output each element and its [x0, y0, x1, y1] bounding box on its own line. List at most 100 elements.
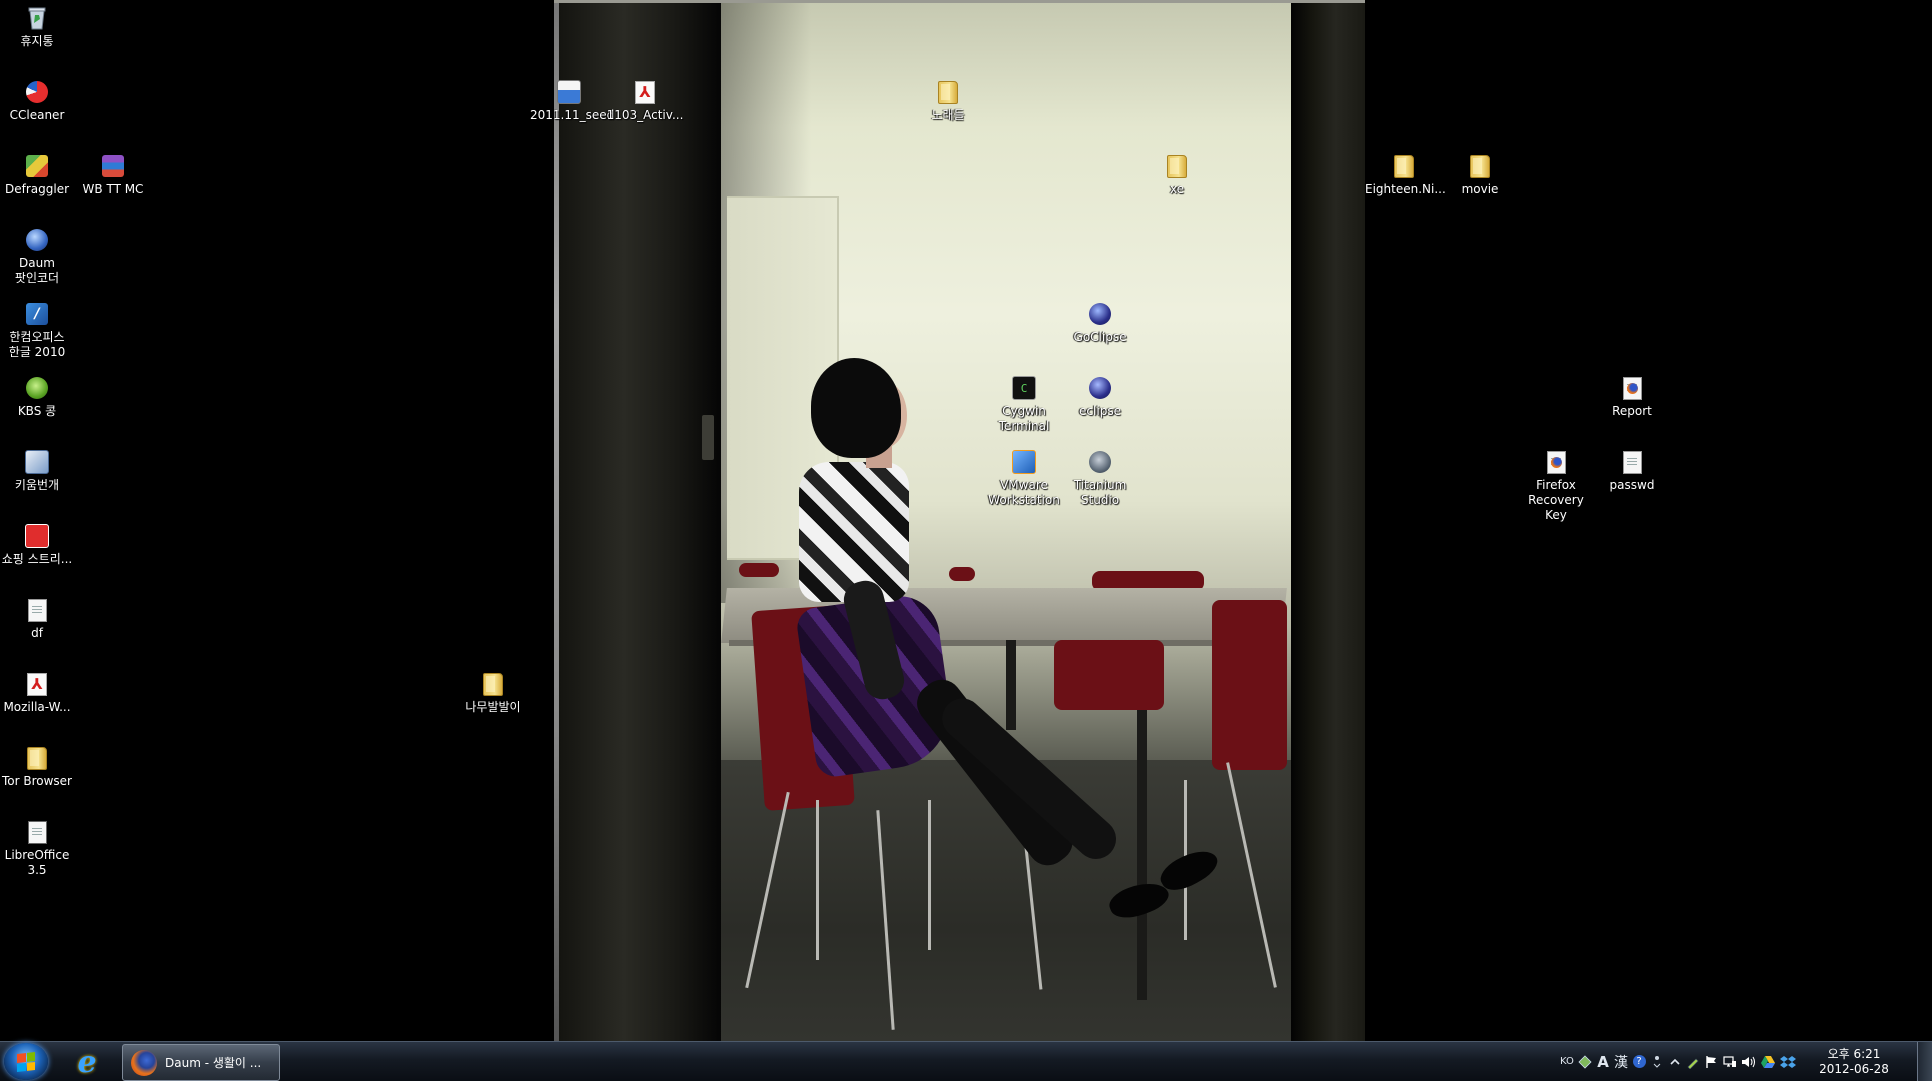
icon-label: GoClipse: [1073, 330, 1127, 344]
desktop-icon-kbs-kong[interactable]: KBS 콩: [0, 376, 75, 419]
desktop-icon-kiwoom[interactable]: 키움번개: [0, 450, 75, 493]
icon-label: Eighteen.Ni...: [1365, 182, 1446, 196]
ime-options-icon[interactable]: [1650, 1054, 1664, 1070]
icon-label: 2011.11_seed: [530, 108, 615, 122]
pdf-icon: ⅄: [633, 80, 657, 104]
hanja-indicator[interactable]: 漢: [1614, 1054, 1628, 1071]
icon-label: 나무발발이: [465, 700, 521, 714]
show-hidden-icons-icon[interactable]: [1668, 1054, 1682, 1070]
desktop-icon-recycle-bin[interactable]: 휴지통: [0, 6, 75, 49]
wallpaper-chair: [1054, 640, 1164, 710]
firefox-document-icon: [1544, 450, 1568, 474]
folder-icon: [25, 746, 49, 770]
folder-icon: [1392, 154, 1416, 178]
desktop-icon-wb-tt-mc[interactable]: WB TT MC: [75, 154, 151, 197]
desktop-icon-ccleaner[interactable]: CCleaner: [0, 80, 75, 123]
desktop-icon-defraggler[interactable]: Defraggler: [0, 154, 75, 197]
desktop-icon-df[interactable]: df: [0, 598, 75, 641]
wallpaper-chair-leg: [928, 800, 931, 950]
network-icon[interactable]: [1722, 1054, 1737, 1070]
ime-settings-icon[interactable]: [1578, 1054, 1592, 1070]
taskbar-clock[interactable]: 오후 6:21 2012-06-28: [1814, 1047, 1894, 1077]
icon-label: Firefox Recovery Key: [1528, 478, 1584, 522]
rar-archive-icon: [101, 154, 125, 178]
pdf-icon: ⅄: [25, 672, 49, 696]
hancom-office-icon: /: [25, 302, 49, 326]
desktop-icon-namubalbari[interactable]: 나무발발이: [455, 672, 531, 715]
taskbar-window-button[interactable]: Daum - 생활이 ...: [122, 1044, 280, 1081]
ime-mode-indicator[interactable]: A: [1596, 1053, 1610, 1071]
volume-icon[interactable]: [1741, 1054, 1756, 1070]
recycle-bin-icon: [25, 6, 49, 30]
icon-label: 휴지통: [20, 34, 54, 48]
icon-label: CCleaner: [9, 108, 65, 122]
desktop-icon-passwd[interactable]: passwd: [1594, 450, 1670, 493]
icon-label: Cygwin Terminal: [998, 404, 1050, 433]
help-glyph: ?: [1632, 1055, 1646, 1068]
icon-label: passwd: [1609, 478, 1655, 492]
kbs-kong-icon: [25, 376, 49, 400]
desktop-icon-songs[interactable]: 노래들: [910, 80, 986, 123]
icon-label: Tor Browser: [1, 774, 72, 788]
icon-label: WB TT MC: [82, 182, 144, 196]
cygwin-terminal-icon: C: [1012, 376, 1036, 400]
eclipse-icon: [1088, 376, 1112, 400]
icon-label: KBS 콩: [17, 404, 57, 418]
defraggler-icon: [25, 154, 49, 178]
icon-label: Daum 팟인코더: [14, 256, 60, 285]
desktop-icon-libreoffice[interactable]: LibreOffice 3.5: [0, 820, 75, 878]
desktop-icon-titanium-studio[interactable]: Titanium Studio: [1062, 450, 1138, 508]
wallpaper-edge: [554, 0, 559, 1041]
desktop-icon-1103-activ[interactable]: ⅄ 1103_Activ...: [607, 80, 683, 123]
desktop-icon-goclipse[interactable]: GoClipse: [1062, 302, 1138, 345]
windows-start-icon: [17, 1052, 35, 1072]
icon-label: 쇼핑 스트리...: [1, 552, 73, 566]
firefox-document-icon: [1620, 376, 1644, 400]
kiwoom-icon: [25, 450, 49, 474]
desktop-icon-shopping[interactable]: 쇼핑 스트리...: [0, 524, 75, 567]
wallpaper-door-frame: [559, 3, 721, 1041]
taskbar-pinned-internet-explorer[interactable]: e: [70, 1045, 104, 1080]
desktop-icon-cygwin-terminal[interactable]: C Cygwin Terminal: [986, 376, 1062, 434]
icon-label: LibreOffice 3.5: [4, 848, 70, 877]
icon-label: Defraggler: [4, 182, 70, 196]
desktop-icon-2011-11-seed[interactable]: 2011.11_seed: [530, 80, 615, 123]
daum-potencoder-icon: [25, 228, 49, 252]
desktop-icon-daum-potencoder[interactable]: Daum 팟인코더: [0, 228, 75, 286]
desktop-wallpaper: [554, 0, 1365, 1041]
wallpaper-chair-leg: [816, 800, 819, 960]
desktop-icon-eighteen-ni[interactable]: Eighteen.Ni...: [1365, 154, 1446, 197]
dropbox-icon[interactable]: [1780, 1054, 1796, 1070]
desktop-icon-tor-browser[interactable]: Tor Browser: [0, 746, 75, 789]
folder-icon: [481, 672, 505, 696]
desktop-icon-xe[interactable]: xe: [1139, 154, 1215, 197]
goclipse-icon: [1088, 302, 1112, 326]
wallpaper-door-hinge: [702, 415, 714, 460]
wallpaper-chair: [739, 563, 779, 577]
show-desktop-button[interactable]: [1917, 1042, 1932, 1081]
icon-label: VMware Workstation: [988, 478, 1060, 507]
help-icon[interactable]: ?: [1632, 1054, 1646, 1070]
desktop-icon-eclipse[interactable]: eclipse: [1062, 376, 1138, 419]
start-button[interactable]: [4, 1043, 48, 1080]
pen-tool-icon[interactable]: [1686, 1054, 1700, 1070]
wallpaper-door-frame: [1291, 3, 1365, 1041]
desktop-icon-movie[interactable]: movie: [1442, 154, 1518, 197]
document-icon: [25, 598, 49, 622]
document-icon: [1620, 450, 1644, 474]
desktop-icon-report[interactable]: Report: [1594, 376, 1670, 419]
icon-label: eclipse: [1079, 404, 1121, 418]
desktop-icon-vmware[interactable]: VMware Workstation: [986, 450, 1062, 508]
desktop-icon-hancom-office[interactable]: / 한컴오피스 한글 2010: [0, 302, 75, 360]
wallpaper-chair: [949, 567, 975, 581]
folder-icon: [936, 80, 960, 104]
icon-label: Mozilla-W...: [3, 700, 71, 714]
google-drive-icon[interactable]: [1760, 1054, 1776, 1070]
action-center-flag-icon[interactable]: [1704, 1054, 1718, 1070]
desktop-icon-mozilla-w[interactable]: ⅄ Mozilla-W...: [0, 672, 75, 715]
wallpaper-top-line: [554, 0, 1365, 3]
titanium-studio-icon: [1088, 450, 1112, 474]
desktop-icon-firefox-recovery-key[interactable]: Firefox Recovery Key: [1518, 450, 1594, 523]
wallpaper-person-hair: [811, 358, 901, 458]
language-indicator[interactable]: KO: [1560, 1054, 1574, 1070]
